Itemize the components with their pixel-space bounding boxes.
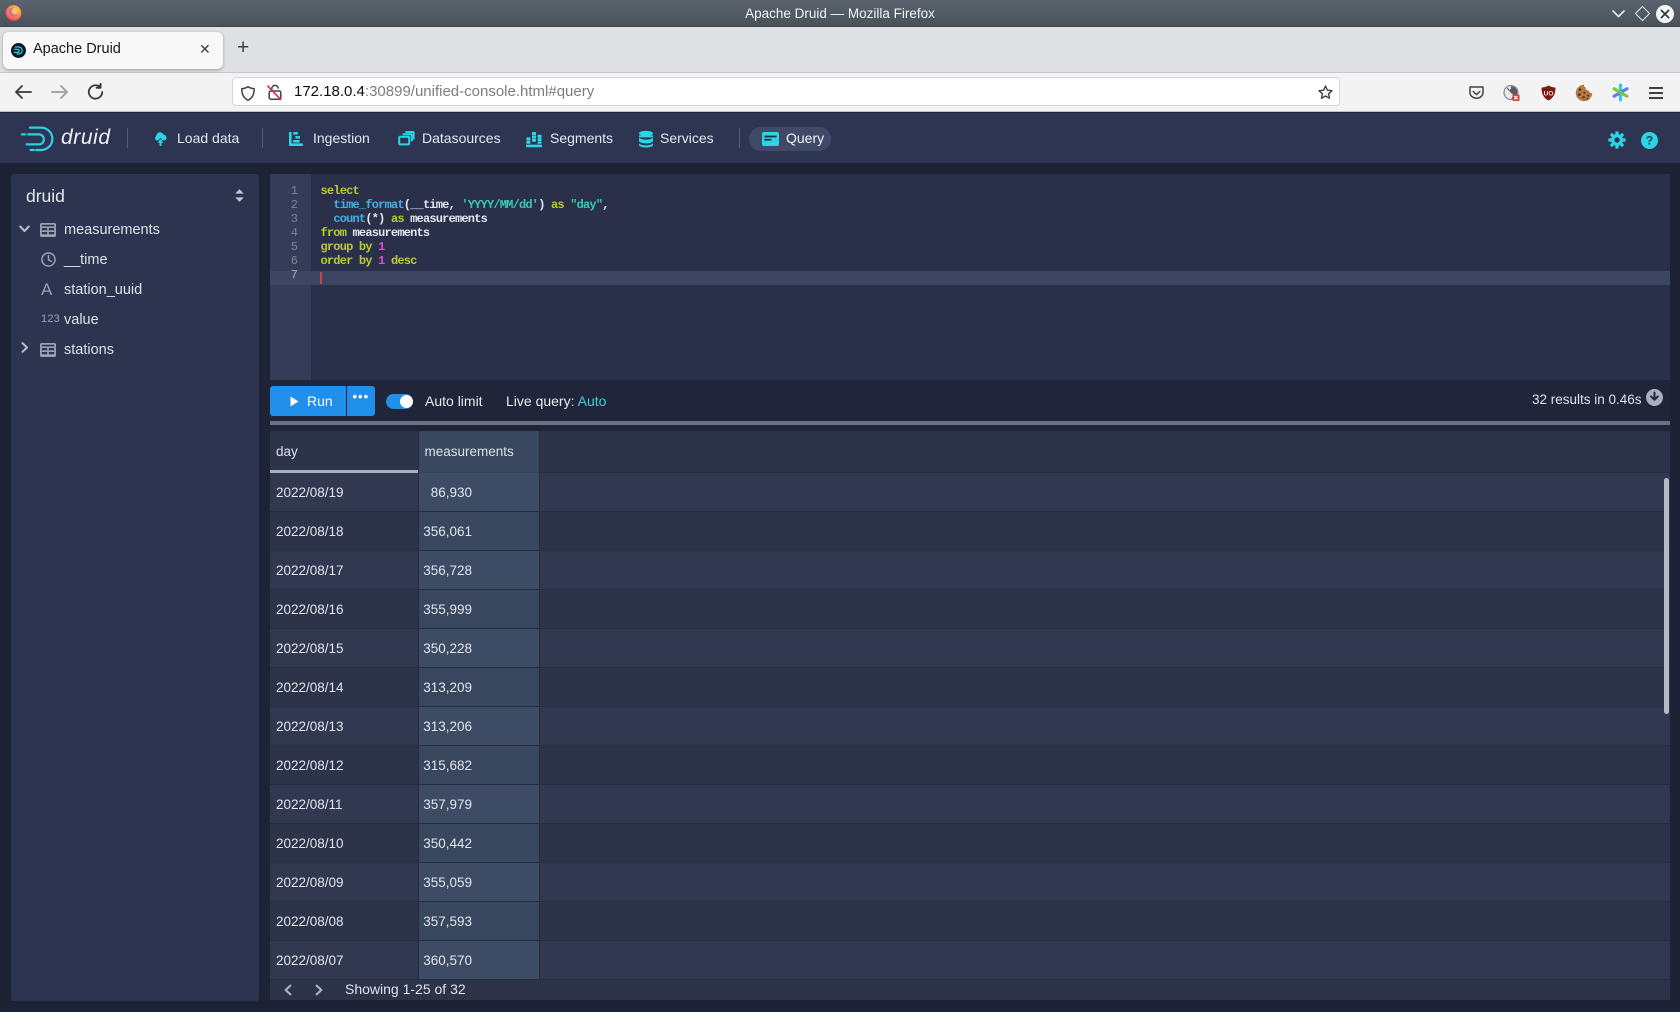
svg-text:UO: UO [1544, 91, 1554, 98]
svg-text:?: ? [1646, 134, 1653, 148]
